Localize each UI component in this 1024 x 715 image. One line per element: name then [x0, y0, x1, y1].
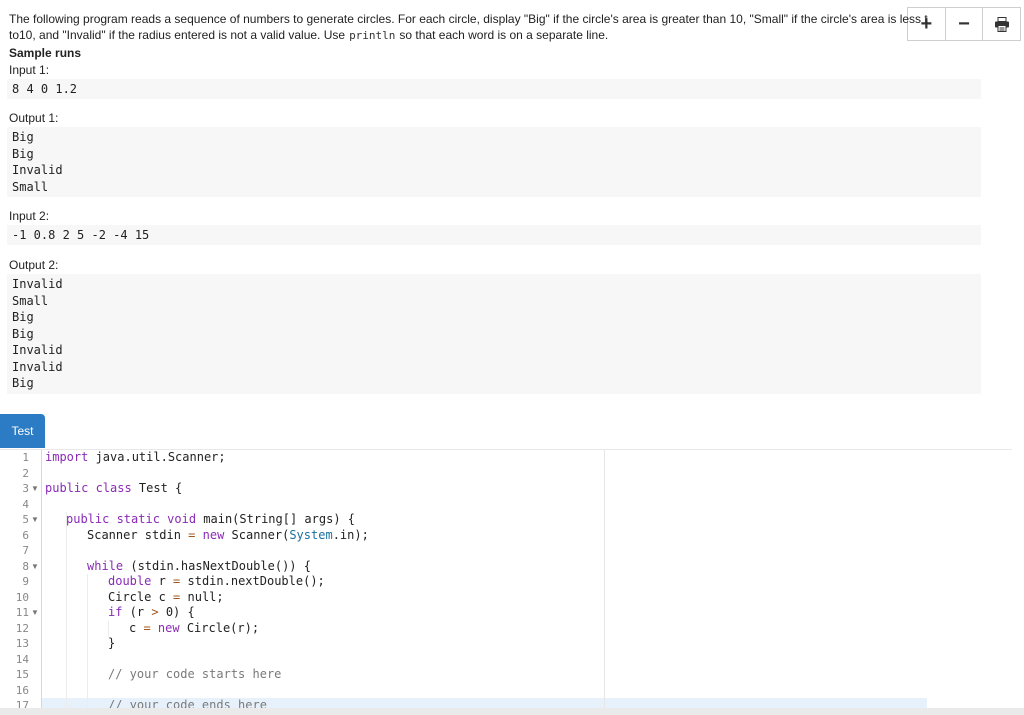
input-1-label: Input 1: [9, 63, 50, 77]
code-text: Test { [131, 481, 183, 495]
output-2-line: Big [12, 326, 34, 341]
problem-page: + − The following program reads a sequen… [0, 0, 1024, 715]
output-1-label: Output 1: [9, 111, 59, 125]
keyword: public class [45, 481, 132, 495]
code-text: c [129, 620, 144, 635]
code-line-11: if (r > 0) { [108, 605, 195, 621]
output-2-line: Invalid [12, 343, 63, 357]
line-number: 1 [22, 451, 29, 464]
code-text: Circle(r); [179, 620, 260, 635]
tab-test[interactable]: Test [0, 414, 45, 448]
line-number: 12 [15, 621, 29, 635]
code-line-13: } [108, 636, 116, 650]
output-2-line: Big [12, 376, 34, 390]
keyword: public static void [66, 512, 197, 526]
minus-icon: − [958, 13, 970, 35]
line-number: 6 [22, 528, 29, 542]
keyword: new [150, 620, 180, 635]
keyword: double [108, 574, 152, 588]
line-number: 4 [22, 497, 29, 511]
line-number: 16 [15, 683, 29, 697]
line-number: 10 [15, 590, 29, 604]
line-number: 15 [15, 668, 29, 681]
line-number: 8 [22, 559, 29, 573]
output-1-line: Big [12, 130, 34, 144]
output-2-line: Big [12, 310, 34, 324]
indent-guide [66, 512, 67, 712]
zoom-out-button[interactable]: − [946, 8, 984, 40]
line-number: 14 [15, 652, 29, 666]
line-number: 7 [22, 544, 29, 557]
line-number: 13 [15, 637, 29, 650]
code-text: Scanner( [224, 527, 290, 542]
indent-guide [108, 621, 109, 637]
fold-arrow-icon[interactable]: ▼ [31, 559, 39, 575]
output-2-block: Invalid Small Big Big Invalid Invalid Bi… [7, 274, 981, 394]
code-comment-start: // your code starts here [108, 667, 282, 681]
fold-arrow-icon[interactable]: ▼ [31, 512, 39, 528]
line-number: 5 [22, 513, 29, 526]
keyword: while [87, 558, 124, 573]
code-text: .in); [332, 527, 369, 542]
keyword: import [45, 450, 89, 464]
code-line-9: double r = stdin.nextDouble(); [108, 574, 325, 590]
code-editor[interactable]: 1 2 3 4 5 6 7 8 9 10 11 12 13 14 15 16 1… [0, 449, 1012, 712]
problem-description: The following program reads a sequence o… [9, 11, 928, 44]
code-line-3: public class Test { [45, 481, 182, 497]
print-button[interactable] [983, 8, 1020, 40]
code-line-10: Circle c = null; [108, 590, 224, 606]
code-line-5: public static void main(String[] args) { [66, 512, 355, 528]
indent-guide [87, 574, 88, 712]
output-1-block: Big Big Invalid Small [7, 127, 981, 197]
input-1-block: 8 4 0 1.2 [7, 79, 981, 99]
code-text: 0) { [158, 605, 195, 619]
output-2-line: Small [12, 293, 49, 308]
code-text: (stdin.hasNextDouble()) { [123, 558, 311, 573]
input-1-line: 8 4 0 1.2 [12, 82, 78, 96]
line-number: 9 [22, 575, 29, 588]
code-line-12: c = new Circle(r); [129, 621, 259, 637]
output-1-line: Big [12, 146, 34, 161]
bottom-scrollbar[interactable] [0, 708, 1024, 715]
input-2-block: -1 0.8 2 5 -2 -4 15 [7, 225, 981, 245]
operator: > [151, 605, 159, 619]
input-2-line: -1 0.8 2 5 -2 -4 15 [12, 228, 150, 242]
output-2-label: Output 2: [9, 258, 59, 272]
code-line-8: while (stdin.hasNextDouble()) { [87, 559, 311, 575]
output-1-line: Invalid [12, 163, 63, 177]
input-2-label: Input 2: [9, 209, 50, 223]
description-line-2: to10, and "Invalid" if the radius entere… [9, 28, 346, 42]
keyword: if [108, 605, 123, 619]
code-text: null; [180, 589, 224, 604]
line-number: 2 [22, 466, 29, 480]
line-number-gutter: 1 2 3 4 5 6 7 8 9 10 11 12 13 14 15 16 1… [0, 450, 42, 712]
code-text: java.util.Scanner; [88, 450, 226, 464]
output-2-line: Invalid [12, 359, 63, 374]
fold-arrow-icon[interactable]: ▼ [31, 605, 39, 621]
output-2-line: Invalid [12, 277, 63, 291]
fold-arrow-icon[interactable]: ▼ [31, 481, 39, 497]
code-text: Circle c [108, 589, 174, 604]
output-1-line: Small [12, 179, 49, 194]
print-icon [994, 16, 1009, 32]
code-text: Scanner stdin [87, 527, 189, 542]
description-line-1: The following program reads a sequence o… [9, 12, 928, 26]
sample-runs-heading: Sample runs [9, 46, 82, 60]
class-name: System [289, 527, 333, 542]
code-line-1: import java.util.Scanner; [45, 450, 226, 466]
code-text: stdin.nextDouble(); [180, 574, 325, 588]
description-line-2-end: so that each word is on a separate line. [399, 28, 609, 42]
code-text: main(String[] args) { [196, 512, 355, 526]
print-margin [604, 450, 605, 712]
code-line-6: Scanner stdin = new Scanner(System.in); [87, 528, 369, 544]
code-text: r [151, 574, 174, 588]
println-code: println [349, 29, 396, 42]
operator: = [143, 620, 151, 635]
code-text: (r [122, 605, 152, 619]
line-number: 3 [22, 482, 29, 495]
line-number: 11 [15, 606, 29, 619]
keyword: new [195, 527, 225, 542]
